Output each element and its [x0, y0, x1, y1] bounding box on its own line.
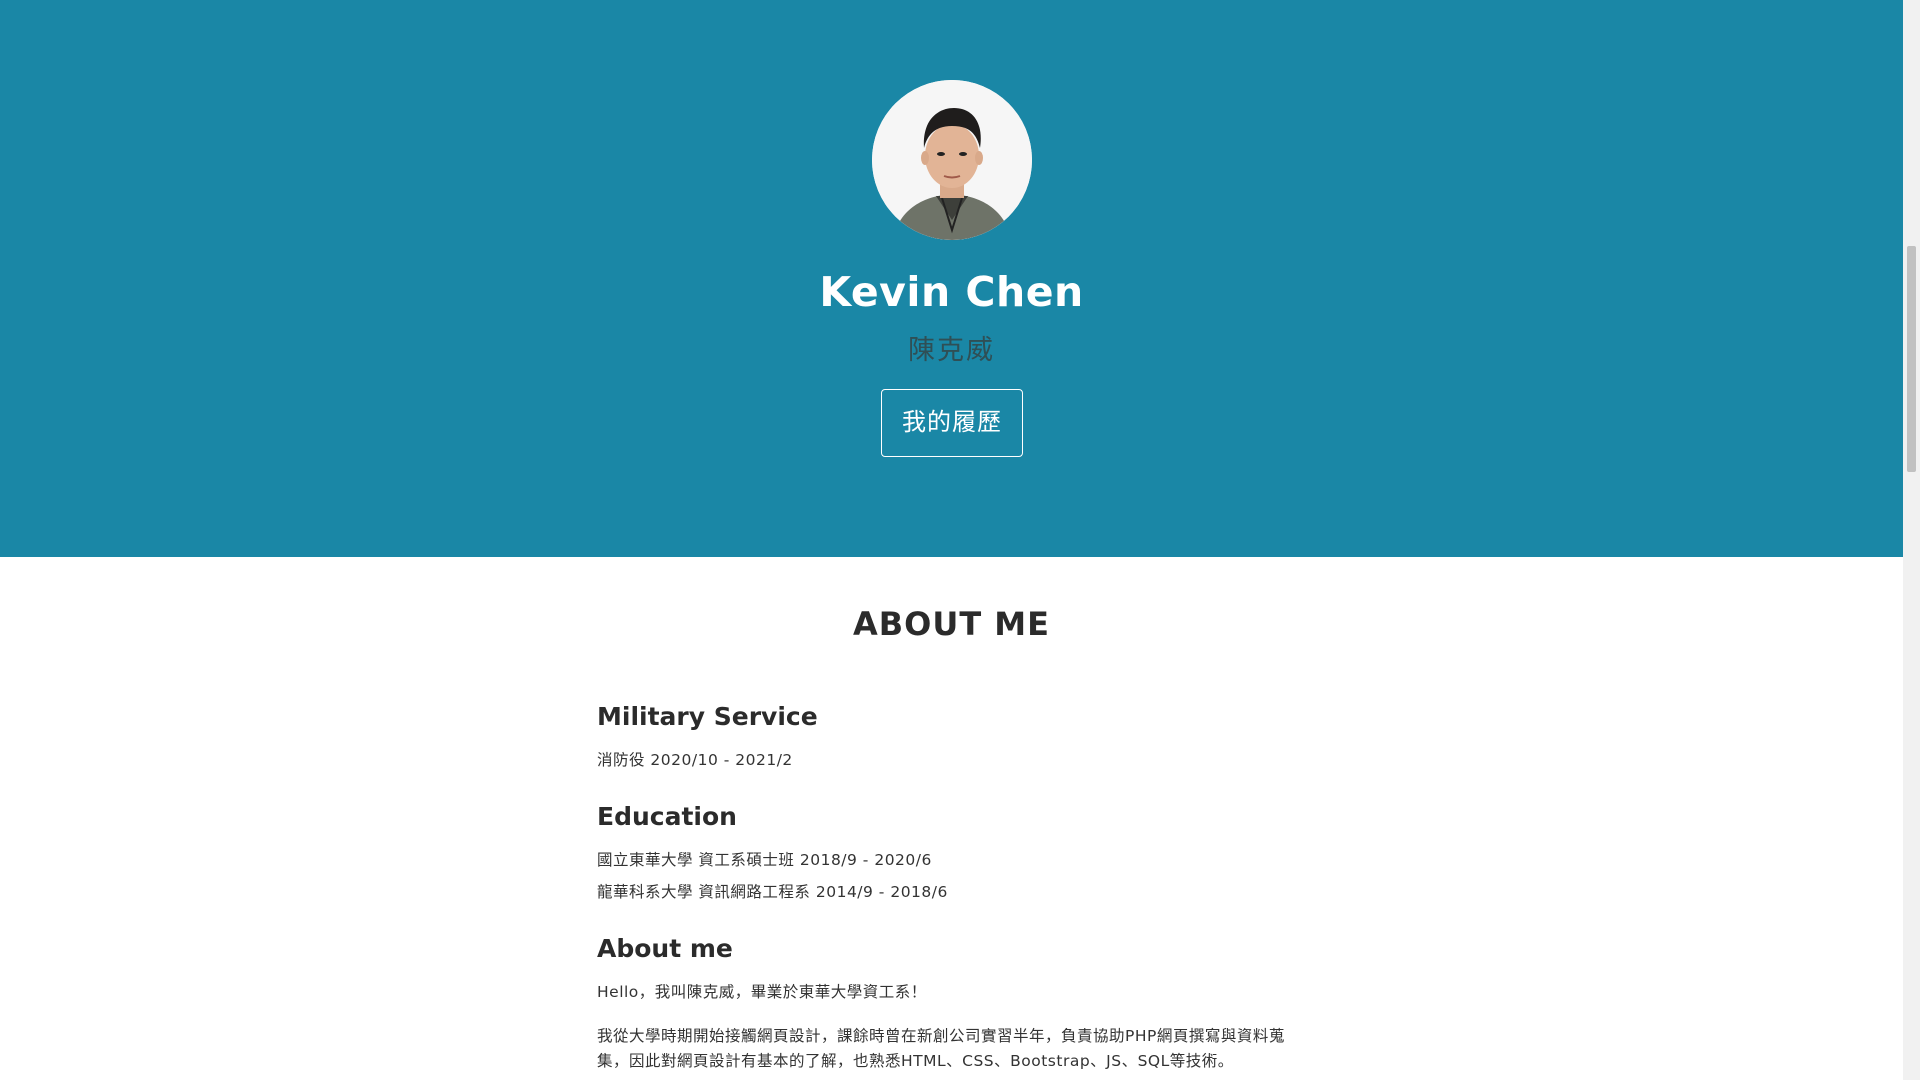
about-me-paragraph: 我從大學時期開始接觸網頁設計，課餘時曾在新創公司實習半年，負責協助PHP網頁撰寫…	[597, 1027, 1285, 1070]
education-heading: Education	[597, 802, 737, 831]
military-item: 消防役 2020/10 - 2021/2	[597, 751, 793, 769]
profile-photo-icon	[872, 80, 1032, 240]
hero-section: Kevin Chen 陳克威 我的履歷	[0, 0, 1903, 557]
resume-button[interactable]: 我的履歷	[881, 389, 1023, 457]
about-me-heading: About me	[597, 934, 733, 963]
profile-avatar	[872, 80, 1032, 240]
education-item: 龍華科系大學 資訊網路工程系 2014/9 - 2018/6	[597, 883, 948, 901]
about-me-greeting: Hello，我叫陳克威，畢業於東華大學資工系！	[597, 983, 927, 1001]
page-scrollbar[interactable]	[1903, 0, 1920, 1080]
profile-name: Kevin Chen	[819, 268, 1084, 316]
military-heading: Military Service	[597, 702, 818, 731]
profile-chinese-name: 陳克威	[908, 335, 995, 366]
education-item: 國立東華大學 資工系碩士班 2018/9 - 2020/6	[597, 851, 932, 869]
about-section-title: ABOUT ME	[852, 605, 1050, 643]
scrollbar-thumb[interactable]	[1907, 246, 1916, 472]
